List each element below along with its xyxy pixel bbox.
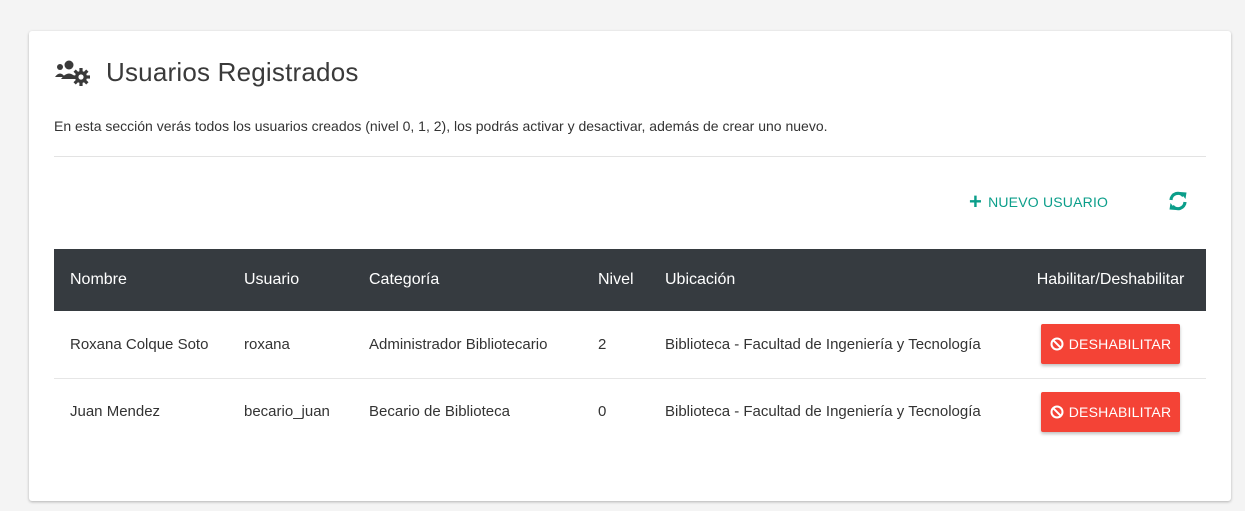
column-header-nombre: Nombre bbox=[70, 271, 127, 288]
disable-button-label: DESHABILITAR bbox=[1068, 403, 1172, 420]
ban-icon bbox=[1050, 405, 1064, 419]
table-header-row: Nombre Usuario Categoría Nivel Ubicación… bbox=[54, 249, 1206, 311]
users-table: Nombre Usuario Categoría Nivel Ubicación… bbox=[54, 249, 1206, 445]
column-header-ubicacion: Ubicación bbox=[665, 271, 736, 288]
new-user-button[interactable]: + NUEVO USUARIO bbox=[969, 191, 1108, 213]
users-cog-icon bbox=[54, 58, 94, 88]
disable-button[interactable]: DESHABILITAR bbox=[1040, 391, 1181, 432]
cell-action: DESHABILITAR bbox=[1015, 378, 1206, 445]
page-title: Usuarios Registrados bbox=[106, 57, 359, 87]
cell-usuario: roxana bbox=[244, 335, 290, 353]
page-description: En esta sección verás todos los usuarios… bbox=[54, 118, 828, 134]
cell-categoria: Administrador Bibliotecario bbox=[369, 335, 548, 353]
column-header-habilitar: Habilitar/Deshabilitar bbox=[1036, 271, 1185, 288]
cell-ubicacion: Biblioteca - Facultad de Ingeniería y Te… bbox=[665, 403, 981, 421]
cell-nombre: Juan Mendez bbox=[70, 403, 161, 421]
table-row: Juan Mendez becario_juan Becario de Bibl… bbox=[54, 378, 1206, 445]
new-user-label: NUEVO USUARIO bbox=[988, 194, 1109, 210]
disable-button-label: DESHABILITAR bbox=[1068, 336, 1172, 353]
page-header: Usuarios Registrados bbox=[54, 57, 359, 88]
ban-icon bbox=[1050, 337, 1064, 351]
cell-usuario: becario_juan bbox=[244, 403, 330, 421]
refresh-button[interactable] bbox=[1166, 189, 1190, 213]
cell-nivel: 0 bbox=[598, 403, 607, 421]
cell-action: DESHABILITAR bbox=[1015, 311, 1206, 378]
column-header-categoria: Categoría bbox=[369, 271, 440, 288]
cell-nivel: 2 bbox=[598, 335, 607, 353]
cell-categoria: Becario de Biblioteca bbox=[369, 403, 510, 421]
cell-ubicacion: Biblioteca - Facultad de Ingeniería y Te… bbox=[665, 335, 981, 353]
plus-icon: + bbox=[969, 189, 983, 214]
column-header-usuario: Usuario bbox=[244, 271, 300, 288]
refresh-icon bbox=[1169, 191, 1187, 211]
column-header-nivel: Nivel bbox=[598, 271, 634, 288]
users-card: Usuarios Registrados En esta sección ver… bbox=[29, 31, 1231, 501]
disable-button[interactable]: DESHABILITAR bbox=[1040, 324, 1181, 365]
table-row: Roxana Colque Soto roxana Administrador … bbox=[54, 311, 1206, 378]
divider bbox=[54, 156, 1206, 157]
cell-nombre: Roxana Colque Soto bbox=[70, 335, 209, 353]
